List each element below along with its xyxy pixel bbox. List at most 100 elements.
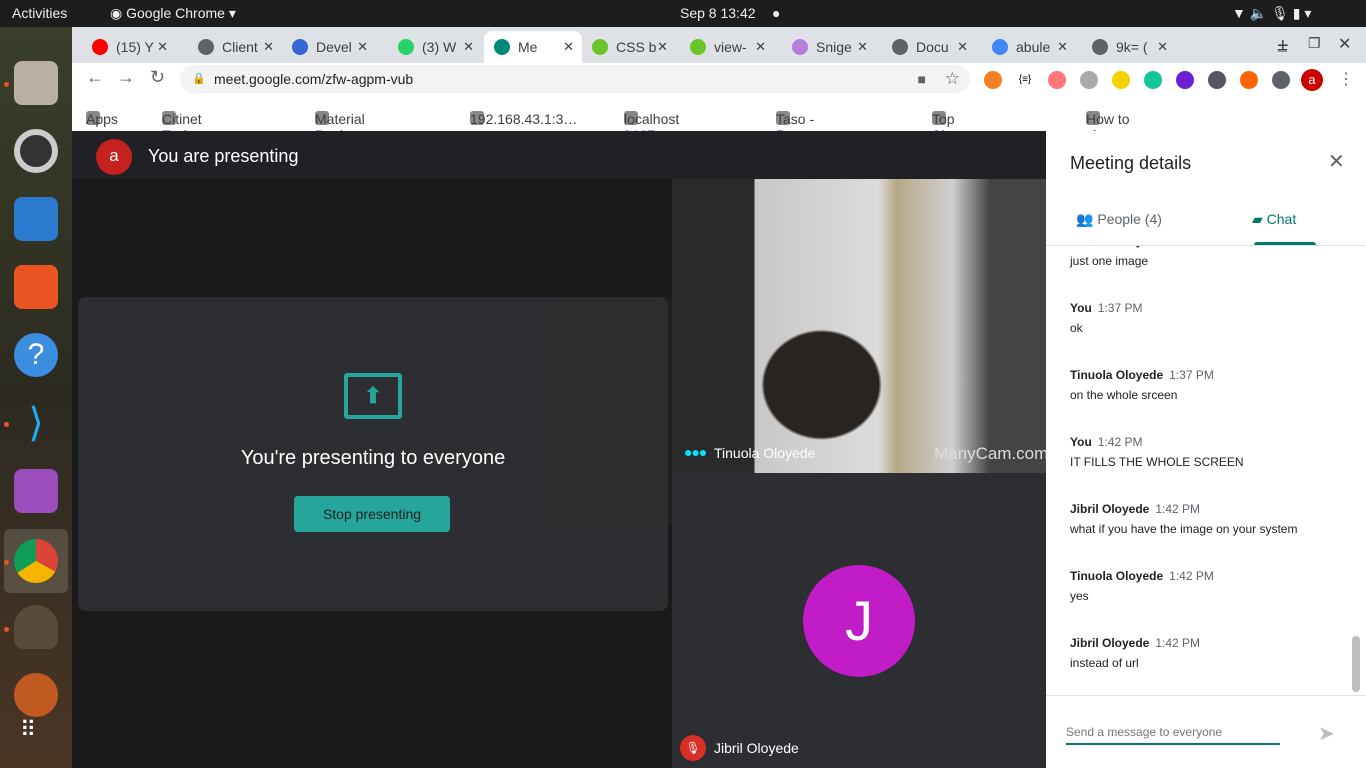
tab-people[interactable]: 👥 People (4) — [1076, 211, 1162, 228]
app-menu[interactable]: ◉ Google Chrome ▾ — [110, 5, 236, 22]
participant-video-tinuola[interactable]: ●●● Tinuola Oloyede ManyCam.com — [672, 179, 1048, 473]
close-tab-icon[interactable]: ✕ — [755, 39, 766, 55]
chat-message: Jibril Oloyede 1:42 PM instead of url — [1070, 636, 1200, 670]
files-icon[interactable] — [14, 61, 58, 105]
chat-message: Tinuola Oloyede 1:37 PM on the whole srcee… — [1070, 368, 1214, 402]
chat-message: Tinuola Oloyede 1:42 PM yes — [1070, 569, 1214, 603]
message-text: just one image — [1070, 254, 1149, 268]
extension-icon[interactable] — [1176, 71, 1194, 89]
system-tray-icons[interactable]: ▼ 🔈 🎙 ▮ ▾ — [1232, 5, 1311, 22]
close-tab-icon[interactable]: ✕ — [1157, 39, 1168, 55]
video-player-icon[interactable] — [14, 469, 58, 513]
rhythmbox-icon[interactable] — [14, 129, 58, 173]
close-tab-icon[interactable]: ✕ — [357, 39, 368, 55]
participant-tile-jibril[interactable]: J 🎙 Jibril Oloyede — [672, 473, 1046, 768]
extension-icon[interactable] — [1048, 71, 1066, 89]
close-panel-icon[interactable]: ✕ — [1328, 149, 1345, 174]
tab-label: 9k= ( — [1116, 39, 1148, 55]
chat-messages[interactable]: Tinuola Oloyede 1:37 PM just one image You 1… — [1046, 246, 1366, 696]
back-icon[interactable]: ← — [86, 67, 104, 88]
tab[interactable]: Snige ✕ — [782, 31, 876, 63]
chat-message: Jibril Oloyede 1:42 PM what if you have th… — [1070, 502, 1297, 536]
tab-favicon-icon — [792, 39, 808, 55]
extensions-puzzle-icon[interactable] — [1272, 71, 1290, 89]
participant-name: Jibril Oloyede — [714, 740, 799, 756]
show-apps-icon[interactable]: ⠿ — [20, 717, 38, 743]
message-time: 1:42 PM — [1097, 435, 1143, 449]
close-tab-icon[interactable]: ✕ — [563, 39, 574, 55]
tab[interactable]: abule ✕ — [982, 31, 1076, 63]
send-icon[interactable]: ➤ — [1318, 721, 1335, 746]
participant-avatar: J — [803, 565, 915, 677]
message-time: 1:37 PM — [1169, 246, 1214, 248]
bookmark-label: 192.168.43.1:3… — [470, 111, 578, 127]
close-tab-icon[interactable]: ✕ — [657, 39, 668, 55]
tab[interactable]: Client ✕ — [188, 31, 282, 63]
help-icon[interactable]: ? — [14, 333, 58, 377]
close-tab-icon[interactable]: ✕ — [1057, 39, 1068, 55]
system-top-bar: Activities ◉ Google Chrome ▾ Sep 8 13:42… — [0, 0, 1366, 27]
tab[interactable]: (3) W ✕ — [388, 31, 482, 63]
reload-icon[interactable]: ↻ — [150, 67, 165, 88]
tab[interactable]: view- ✕ — [680, 31, 774, 63]
clock[interactable]: Sep 8 13:42 — [680, 5, 756, 21]
extension-icon[interactable] — [984, 71, 1002, 89]
tab-label: Client — [222, 39, 258, 55]
stop-presenting-button[interactable]: Stop presenting — [294, 496, 450, 532]
close-tab-icon[interactable]: ✕ — [157, 39, 168, 55]
message-sender: Jibril Oloyede — [1070, 502, 1150, 516]
meet-stage: a You are presenting ⬆ You're presenting… — [72, 131, 1048, 768]
menu-icon[interactable]: ⋮ — [1338, 69, 1354, 89]
tab-favicon-icon — [292, 39, 308, 55]
tab-label: CSS b — [616, 39, 656, 55]
vue-extension-icon[interactable] — [1080, 71, 1098, 89]
json-extension-icon[interactable]: {≡} — [1016, 71, 1034, 89]
tab-chat[interactable]: ▰ Chat — [1252, 211, 1296, 228]
message-text: on the whole srceen — [1070, 388, 1178, 402]
tab[interactable]: Me ✕ — [484, 31, 582, 63]
tab[interactable]: Docu ✕ — [882, 31, 976, 63]
people-icon: 👥 — [1076, 211, 1098, 227]
activities-button[interactable]: Activities — [12, 5, 67, 21]
gimp-icon[interactable] — [14, 605, 58, 649]
minimize-button[interactable]: ‗ — [1278, 35, 1287, 53]
tab-favicon-icon — [198, 39, 214, 55]
close-window-button[interactable]: ✕ — [1338, 34, 1351, 54]
message-text: IT FILLS THE WHOLE SCREEN — [1070, 455, 1244, 469]
message-time: 1:37 PM — [1169, 368, 1214, 382]
tab[interactable]: Devel ✕ — [282, 31, 376, 63]
bookmarks-bar: AppsCitinet Techno…Material Desig…192.16… — [72, 97, 1366, 175]
megaphone-icon[interactable] — [1240, 71, 1258, 89]
tab[interactable]: (15) Y ✕ — [82, 31, 176, 63]
tab-label: Me — [518, 39, 538, 55]
app-icon[interactable] — [14, 673, 58, 717]
message-sender: You — [1070, 301, 1092, 315]
presenting-banner: You are presenting — [148, 146, 299, 166]
vscode-icon[interactable]: ⟩ — [14, 401, 58, 445]
participant-name: Tinuola Oloyede — [714, 445, 816, 461]
close-tab-icon[interactable]: ✕ — [957, 39, 968, 55]
chat-scrollbar[interactable] — [1352, 636, 1360, 692]
writer-icon[interactable] — [14, 197, 58, 241]
tab[interactable]: 9k= ( ✕ — [1082, 31, 1176, 63]
tab-label: (15) Y — [116, 39, 154, 55]
software-icon[interactable] — [14, 265, 58, 309]
camera-icon[interactable]: ■ — [918, 65, 926, 93]
forward-icon[interactable]: → — [117, 67, 135, 88]
close-tab-icon[interactable]: ✕ — [263, 39, 274, 55]
bookmark-star-icon[interactable]: ☆ — [945, 65, 960, 93]
color-picker-icon[interactable] — [1208, 71, 1226, 89]
chat-message-input[interactable] — [1066, 721, 1280, 745]
tab[interactable]: CSS b ✕ — [582, 31, 676, 63]
tab-strip: (15) Y ✕ Client ✕ Devel ✕ (3) W ✕ Me ✕ CSS b ✕ view-… — [72, 27, 1366, 63]
close-tab-icon[interactable]: ✕ — [463, 39, 474, 55]
close-tab-icon[interactable]: ✕ — [857, 39, 868, 55]
grammarly-icon[interactable] — [1144, 71, 1162, 89]
extension-icon[interactable] — [1112, 71, 1130, 89]
chrome-icon[interactable] — [14, 539, 58, 583]
tab-favicon-icon — [494, 39, 510, 55]
message-time: 1:37 PM — [1097, 301, 1143, 315]
profile-avatar[interactable]: a — [1301, 69, 1323, 91]
address-bar[interactable]: 🔒 meet.google.com/zfw-agpm-vub ■ ☆ — [180, 65, 970, 93]
maximize-button[interactable]: ❐ — [1308, 35, 1321, 52]
